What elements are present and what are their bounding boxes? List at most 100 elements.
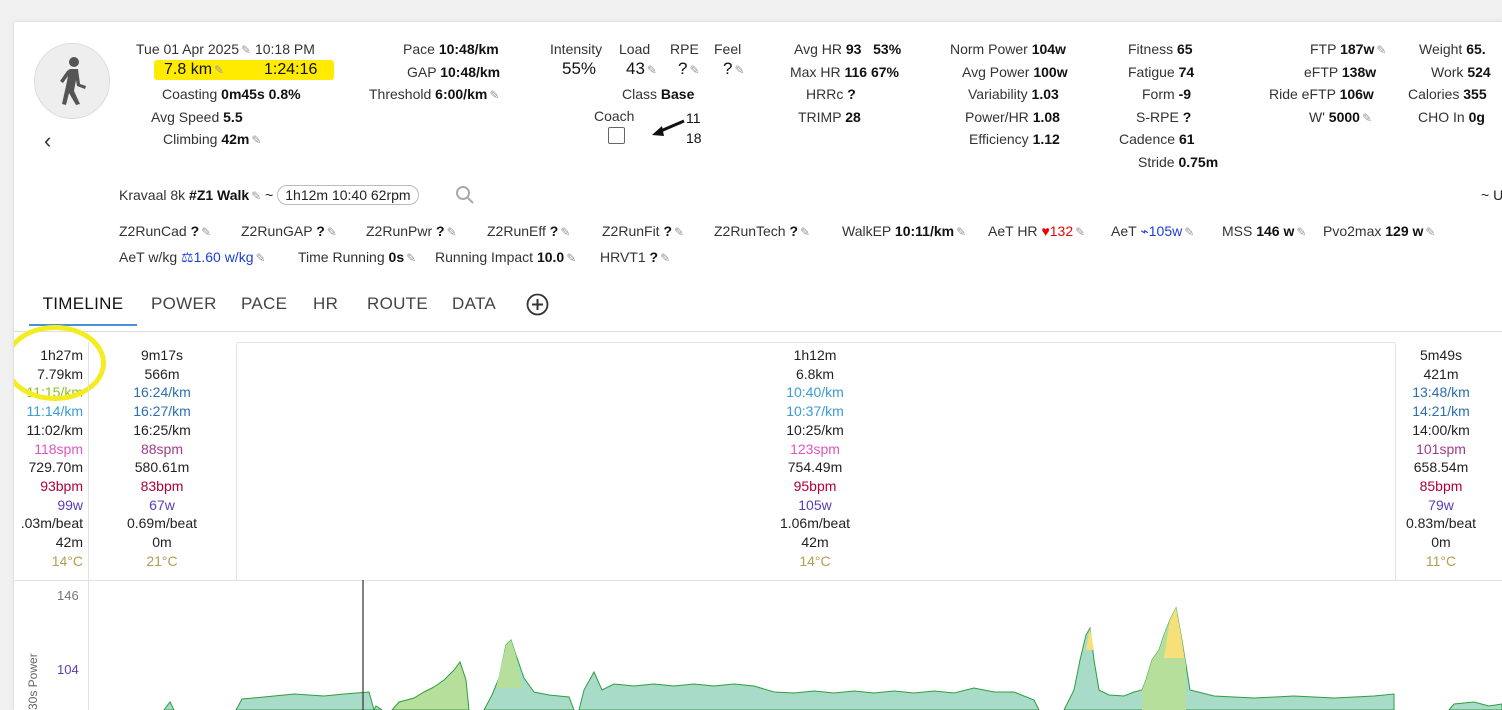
ride-eftp-value: 106w: [1339, 86, 1374, 102]
edit-pencil-icon[interactable]: ✎: [214, 63, 224, 77]
edit-pencil-icon[interactable]: ✎: [256, 251, 266, 265]
edit-pencil-icon[interactable]: ✎: [201, 225, 211, 239]
edit-pencil-icon[interactable]: ✎: [1075, 225, 1085, 239]
intensity-label: Intensity: [550, 41, 603, 57]
edit-pencil-icon[interactable]: ✎: [1425, 225, 1435, 239]
custom-field[interactable]: Running Impact 10.0 ✎: [435, 248, 576, 267]
workout-tilde: ~: [265, 187, 274, 203]
gap-label: GAP: [407, 64, 437, 80]
custom-field[interactable]: Time Running 0s ✎: [298, 248, 416, 267]
rpe-label: RPE: [670, 41, 699, 57]
heart-icon: ♥: [1041, 223, 1050, 239]
weight-label: Weight: [1419, 41, 1463, 57]
interval-segment-column[interactable]: 9m17s 566m 16:24/km 16:27/km 16:25/km 88…: [102, 346, 222, 570]
coach-label: Coach: [594, 108, 635, 124]
form-label: Form: [1142, 86, 1175, 102]
edit-pencil-icon[interactable]: ✎: [251, 133, 261, 147]
avg-speed-value: 5.5: [223, 109, 243, 125]
custom-field[interactable]: Z2RunGAP ? ✎: [241, 222, 337, 241]
workout-summary-pill[interactable]: 1h12m 10:40 62rpm: [277, 185, 419, 205]
variability-value: 1.03: [1031, 86, 1059, 102]
custom-field[interactable]: AeT w/kg ⚖1.60 w/kg ✎: [119, 248, 266, 267]
right-truncated-text: ~ U: [1481, 187, 1502, 203]
rpe-value[interactable]: ? ✎: [678, 60, 700, 79]
add-tab-icon[interactable]: [526, 293, 549, 316]
edit-pencil-icon[interactable]: ✎: [660, 251, 670, 265]
feel-value[interactable]: ? ✎: [723, 60, 745, 79]
edit-pencil-icon[interactable]: ✎: [674, 225, 684, 239]
w-prime-value[interactable]: 5000: [1329, 109, 1360, 125]
edit-pencil-icon[interactable]: ✎: [447, 225, 457, 239]
interval-segment-column[interactable]: 1h12m 6.8km 10:40/km 10:37/km 10:25/km 1…: [236, 346, 1394, 570]
trimp-label: TRIMP: [798, 109, 842, 125]
edit-pencil-icon[interactable]: ✎: [734, 63, 744, 77]
edit-pencil-icon[interactable]: ✎: [241, 43, 251, 57]
custom-field[interactable]: AeT HR ♥132 ✎: [988, 222, 1085, 241]
edit-pencil-icon[interactable]: ✎: [956, 225, 966, 239]
power-hr-label: Power/HR: [965, 109, 1029, 125]
activity-card: ‹ Tue 01 Apr 2025 ✎ 10:18 PM 7.8 km ✎ 1:24…: [14, 22, 1502, 710]
workout-name[interactable]: Kravaal 8k: [119, 187, 185, 203]
activity-date[interactable]: Tue 01 Apr 2025 ✎ 10:18 PM: [136, 40, 315, 59]
edit-pencil-icon[interactable]: ✎: [1184, 225, 1194, 239]
threshold-value[interactable]: 6:00/km: [435, 86, 487, 102]
edit-pencil-icon[interactable]: ✎: [689, 63, 699, 77]
load-value[interactable]: 43 ✎: [626, 60, 657, 79]
edit-pencil-icon[interactable]: ✎: [406, 251, 416, 265]
efficiency-label: Efficiency: [969, 131, 1029, 147]
max-hr-value: 116: [844, 64, 868, 80]
edit-pencil-icon[interactable]: ✎: [1296, 225, 1306, 239]
custom-field[interactable]: Z2RunEff ? ✎: [487, 222, 570, 241]
custom-field[interactable]: Z2RunPwr ? ✎: [366, 222, 457, 241]
custom-field[interactable]: Z2RunTech ? ✎: [714, 222, 810, 241]
hrrc-label: HRRc: [806, 86, 844, 102]
fatigue-value: 74: [1178, 64, 1195, 80]
coach-checkbox[interactable]: [608, 127, 625, 144]
custom-field[interactable]: Pvo2max 129 w ✎: [1323, 222, 1435, 241]
edit-pencil-icon[interactable]: ✎: [560, 225, 570, 239]
workout-tag[interactable]: #Z1 Walk: [189, 187, 249, 203]
tab-data[interactable]: DATA: [452, 284, 496, 324]
custom-field[interactable]: HRVT1 ? ✎: [600, 248, 670, 267]
pace-label: Pace: [403, 41, 435, 57]
edit-pencil-icon[interactable]: ✎: [327, 225, 337, 239]
edit-pencil-icon[interactable]: ✎: [1376, 43, 1386, 57]
edit-pencil-icon[interactable]: ✎: [566, 251, 576, 265]
work-value: 524: [1467, 64, 1491, 80]
ftp-value[interactable]: 187w: [1340, 41, 1374, 57]
custom-field[interactable]: MSS 146 w ✎: [1222, 222, 1306, 241]
calories-value: 355: [1463, 86, 1487, 102]
pace-value: 10:48/km: [438, 41, 499, 57]
tab-power[interactable]: POWER: [151, 284, 217, 324]
climbing-value[interactable]: 42m: [221, 131, 249, 147]
coach-annotation-number: 18: [686, 130, 702, 146]
custom-field[interactable]: Z2RunFit ? ✎: [602, 222, 684, 241]
stride-label: Stride: [1138, 154, 1175, 170]
custom-field[interactable]: AeT ⌁105w ✎: [1111, 222, 1194, 241]
avg-speed-label: Avg Speed: [151, 109, 220, 125]
custom-field[interactable]: Z2RunCad ? ✎: [119, 222, 211, 241]
edit-pencil-icon[interactable]: ✎: [489, 88, 499, 102]
stride-value: 0.75m: [1178, 154, 1219, 170]
edit-pencil-icon[interactable]: ✎: [1362, 111, 1372, 125]
back-chevron-icon[interactable]: ‹: [44, 130, 51, 152]
variability-label: Variability: [968, 86, 1028, 102]
tab-timeline[interactable]: TIMELINE: [29, 284, 137, 326]
edit-pencil-icon[interactable]: ✎: [800, 225, 810, 239]
highlight-circle-annotation: [14, 325, 106, 401]
w-prime-label: W': [1309, 109, 1325, 125]
coasting-label: Coasting: [162, 86, 218, 102]
ftp-label: FTP: [1310, 41, 1337, 57]
custom-field[interactable]: WalkEP 10:11/km ✎: [842, 222, 966, 241]
tab-route[interactable]: ROUTE: [367, 284, 428, 324]
power-chart[interactable]: [14, 580, 1502, 710]
distance-value[interactable]: 7.8 km ✎: [164, 61, 224, 79]
interval-segment-column[interactable]: 5m49s 421m 13:48/km 14:21/km 14:00/km 10…: [1396, 346, 1486, 570]
tab-pace[interactable]: PACE: [241, 284, 287, 324]
calories-label: Calories: [1408, 86, 1460, 102]
search-icon[interactable]: [455, 185, 475, 205]
edit-pencil-icon[interactable]: ✎: [251, 189, 261, 203]
edit-pencil-icon[interactable]: ✎: [647, 63, 657, 77]
coasting-value: 0m45s 0.8%: [221, 86, 301, 102]
tab-hr[interactable]: HR: [313, 284, 338, 324]
